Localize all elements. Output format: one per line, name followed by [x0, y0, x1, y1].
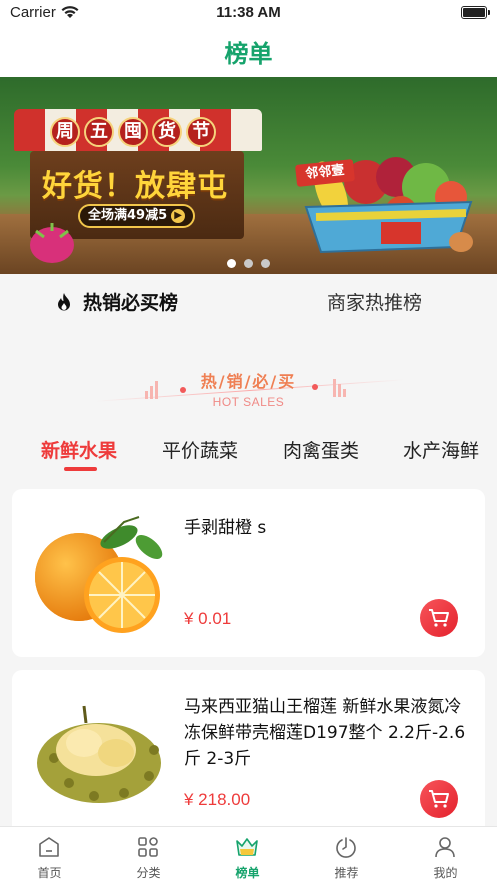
tab-merchant-picks[interactable]: 商家热推榜	[327, 288, 422, 315]
home-icon	[39, 837, 59, 857]
tab-category[interactable]: 分类	[99, 827, 198, 883]
grid-icon	[138, 837, 158, 857]
tab-seafood[interactable]: 水产海鲜	[403, 436, 479, 463]
tab-hot-sales[interactable]: 热销必买榜	[55, 288, 178, 315]
tab-label: 榜单	[235, 866, 260, 880]
tab-hot-sales-label: 热销必买榜	[83, 292, 179, 314]
product-image-durian	[37, 705, 161, 803]
nav-bar: 榜单	[0, 26, 497, 77]
product-name[interactable]: 马来西亚猫山王榴莲 新鲜水果液氮冷冻保鲜带壳榴莲D197整个 2.2斤-2.6斤…	[184, 694, 469, 772]
fire-icon	[58, 293, 70, 311]
recommend-icon	[336, 837, 356, 858]
product-image-orange	[35, 516, 163, 633]
festival-chars: 周 五 囤 货 节	[50, 117, 216, 147]
banner-promo-text: 全场满49减5	[88, 208, 168, 223]
grocery-basket-illustration	[304, 157, 473, 254]
tab-mine[interactable]: 我的	[396, 827, 495, 883]
carousel-dot[interactable]	[244, 259, 253, 268]
tab-ranking[interactable]: 榜单	[198, 827, 297, 883]
add-to-cart-button[interactable]	[420, 780, 458, 818]
bottom-tab-bar: 首页 分类 榜单 推荐 我的	[0, 826, 497, 883]
hot-sales-heading: 热/销/必/买 HOT SALES	[0, 360, 497, 420]
user-icon	[435, 837, 455, 858]
tab-recommend[interactable]: 推荐	[297, 827, 396, 883]
clock: 11:38 AM	[216, 4, 281, 21]
festival-char: 节	[186, 117, 216, 147]
tab-label: 分类	[136, 866, 161, 880]
page-title: 榜单	[224, 40, 273, 68]
product-card[interactable]: 马来西亚猫山王榴莲 新鲜水果液氮冷冻保鲜带壳榴莲D197整个 2.2斤-2.6斤…	[12, 670, 485, 840]
tab-merchant-picks-label: 商家热推榜	[327, 292, 423, 314]
carousel-dots	[0, 253, 497, 272]
tab-vegetables[interactable]: 平价蔬菜	[162, 436, 238, 463]
section-title: 热/销/必/买	[200, 372, 297, 391]
tab-label: 我的	[433, 866, 458, 880]
festival-char: 五	[84, 117, 114, 147]
battery-icon	[461, 6, 490, 19]
festival-char: 囤	[118, 117, 148, 147]
tab-fresh-fruit[interactable]: 新鲜水果	[41, 436, 117, 463]
product-name[interactable]: 手剥甜橙 s	[184, 515, 469, 541]
section-subtitle: HOT SALES	[212, 395, 285, 409]
rank-tabs: 热销必买榜 商家热推榜	[0, 274, 497, 330]
promo-banner[interactable]: 周 五 囤 货 节 好货！放肆屯 全场满49减5 ▶ 邻邻壹	[0, 77, 497, 274]
active-tab-indicator	[64, 467, 97, 471]
product-price: ¥ 0.01	[184, 609, 232, 628]
product-card[interactable]: 手剥甜橙 s ¥ 0.01	[12, 489, 485, 657]
carousel-dot[interactable]	[227, 259, 236, 268]
status-bar: Carrier 11:38 AM	[0, 0, 497, 26]
tab-home[interactable]: 首页	[0, 827, 99, 883]
banner-headline: 好货！放肆屯	[42, 169, 228, 204]
carousel-dot[interactable]	[261, 259, 270, 268]
product-price: ¥ 218.00	[184, 790, 251, 809]
crown-icon	[236, 838, 258, 856]
tab-label: 首页	[37, 866, 62, 880]
add-to-cart-button[interactable]	[420, 599, 458, 637]
chevron-right-icon: ▶	[171, 209, 186, 223]
cart-icon	[429, 609, 449, 627]
tab-meat-eggs[interactable]: 肉禽蛋类	[283, 436, 359, 463]
banner-promo-pill: 全场满49减5 ▶	[78, 204, 196, 228]
category-tabs: 新鲜水果 平价蔬菜 肉禽蛋类 水产海鲜	[0, 432, 497, 476]
cart-icon	[429, 790, 449, 808]
tab-label: 推荐	[334, 866, 359, 880]
festival-char: 货	[152, 117, 182, 147]
festival-char: 周	[50, 117, 80, 147]
